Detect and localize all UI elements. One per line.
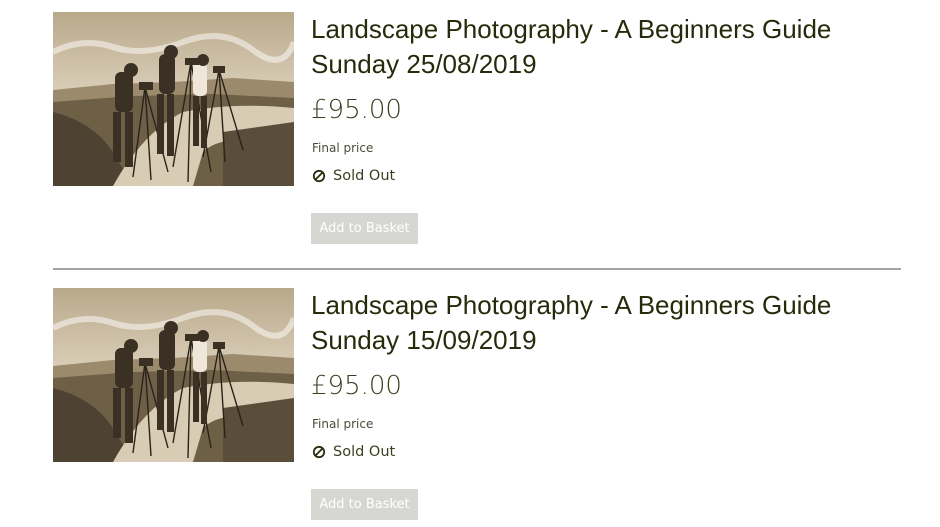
product-image[interactable] (53, 288, 294, 462)
product-title[interactable]: Landscape Photography - A Beginners Guid… (311, 288, 911, 358)
prohibited-icon (312, 169, 326, 183)
product-card: Landscape Photography - A Beginners Guid… (0, 276, 940, 520)
add-to-basket-button[interactable]: Add to Basket (311, 213, 418, 244)
product-image[interactable] (53, 12, 294, 186)
product-divider (53, 268, 901, 270)
product-title-line1: Landscape Photography - A Beginners Guid… (311, 14, 832, 44)
add-to-basket-button[interactable]: Add to Basket (311, 489, 418, 520)
availability-label: Sold Out (333, 168, 396, 184)
product-card: Landscape Photography - A Beginners Guid… (0, 0, 940, 244)
price-note: Final price (312, 417, 374, 431)
availability-label: Sold Out (333, 444, 396, 460)
price-note: Final price (312, 141, 374, 155)
product-title[interactable]: Landscape Photography - A Beginners Guid… (311, 12, 911, 82)
product-date: Sunday 15/09/2019 (311, 325, 537, 355)
product-title-line1: Landscape Photography - A Beginners Guid… (311, 290, 832, 320)
availability-status: Sold Out (312, 442, 395, 462)
photographers-photo-graphic (53, 288, 294, 462)
product-date: Sunday 25/08/2019 (311, 49, 537, 79)
product-price: £95.00 (311, 95, 402, 125)
product-price: £95.00 (311, 371, 402, 401)
availability-status: Sold Out (312, 166, 395, 186)
photographers-photo-graphic (53, 12, 294, 186)
prohibited-icon (312, 445, 326, 459)
